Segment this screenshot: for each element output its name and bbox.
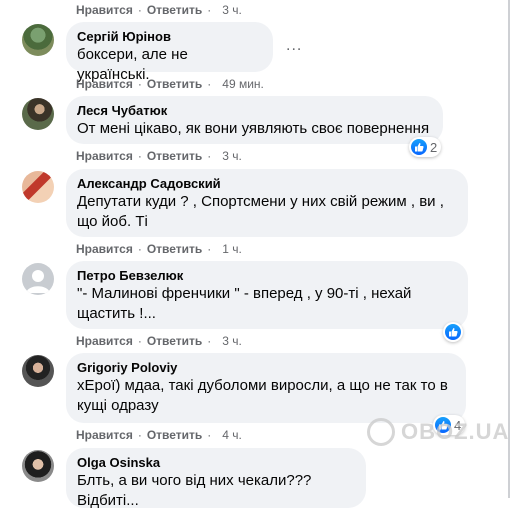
separator: · [137,334,142,348]
comment-time[interactable]: 3 ч. [222,149,242,163]
more-options-icon[interactable]: ... [286,38,302,54]
comment-author[interactable]: Александр Садовский [77,176,457,192]
reply-link[interactable]: Ответить [147,334,202,348]
comment-text: хЕрої) мдаа, такі дуболоми виросли, а що… [77,377,448,414]
reply-link[interactable]: Ответить [147,242,202,256]
separator: · [207,3,212,17]
separator: · [207,242,212,256]
avatar[interactable] [22,263,54,295]
comment-actions: Нравится · Ответить · 3 ч. [76,333,242,349]
reaction-summary[interactable] [443,322,463,342]
comment-author[interactable]: Петро Бевзелюк [77,268,457,284]
comment-actions: Нравится · Ответить · 1 ч. [76,241,242,257]
separator: · [137,428,142,442]
comment-bubble: Леся Чубатюк От мені цікаво, як вони уяв… [66,96,443,144]
separator: · [137,77,142,91]
reply-link[interactable]: Ответить [147,3,202,17]
like-thumb-icon [411,139,427,155]
comment-author[interactable]: Grigoriy Poloviy [77,360,455,376]
reply-link[interactable]: Ответить [147,149,202,163]
like-link[interactable]: Нравится [76,149,133,163]
comment-text: "- Малинові френчики " - вперед , у 90-т… [77,285,412,322]
separator: · [137,242,142,256]
avatar[interactable] [22,98,54,130]
comment-bubble: Сергій Юрінов боксери, але не українські… [66,22,273,83]
separator: · [207,334,212,348]
reaction-summary[interactable]: 2 [409,137,442,157]
like-link[interactable]: Нравится [76,242,133,256]
comment-bubble: Александр Садовский Депутати куди ? , Сп… [66,169,468,237]
watermark: OBOZ.UA [367,418,509,446]
like-link[interactable]: Нравится [76,334,133,348]
comment-author[interactable]: Сергій Юрінов [77,29,262,45]
avatar[interactable] [22,24,54,56]
avatar[interactable] [22,355,54,387]
comment-actions: Нравится · Ответить · 4 ч. [76,427,242,443]
comment-text: Блть, а ви чого від них чекали??? Відбит… [77,472,316,509]
separator: · [207,77,212,91]
comment-actions: Нравится · Ответить · 49 мин. [76,76,264,92]
comment-time[interactable]: 1 ч. [222,242,242,256]
comment-time[interactable]: 49 мин. [222,77,264,91]
watermark-logo-icon [367,418,395,446]
separator: · [137,149,142,163]
comment-actions: Нравится · Ответить · 3 ч. [76,2,242,18]
like-link[interactable]: Нравится [76,428,133,442]
comment-time[interactable]: 4 ч. [222,428,242,442]
comment-author[interactable]: Olga Osinska [77,455,355,471]
avatar[interactable] [22,171,54,203]
comment-text: От мені цікаво, як вони уявляють своє по… [77,120,430,137]
like-link[interactable]: Нравится [76,77,133,91]
comment-bubble: Grigoriy Poloviy хЕрої) мдаа, такі дубол… [66,353,466,423]
separator: · [207,428,212,442]
comment-author[interactable]: Леся Чубатюк [77,103,432,119]
comment-time[interactable]: 3 ч. [222,334,242,348]
reply-link[interactable]: Ответить [147,77,202,91]
reaction-count: 2 [430,139,438,155]
watermark-text: OBOZ.UA [401,419,510,444]
avatar[interactable] [22,450,54,482]
separator: · [137,3,142,17]
reply-link[interactable]: Ответить [147,428,202,442]
comment-text: Депутати куди ? , Спортсмени у них свій … [77,193,444,230]
comment-actions: Нравится · Ответить · 3 ч. [76,148,242,164]
separator: · [207,149,212,163]
like-thumb-icon [445,324,461,340]
comment-bubble: Olga Osinska Блть, а ви чого від них чек… [66,448,366,509]
comment-time[interactable]: 3 ч. [222,3,242,17]
like-link[interactable]: Нравится [76,3,133,17]
default-avatar-icon [26,270,50,293]
comment-bubble: Петро Бевзелюк "- Малинові френчики " - … [66,261,468,329]
